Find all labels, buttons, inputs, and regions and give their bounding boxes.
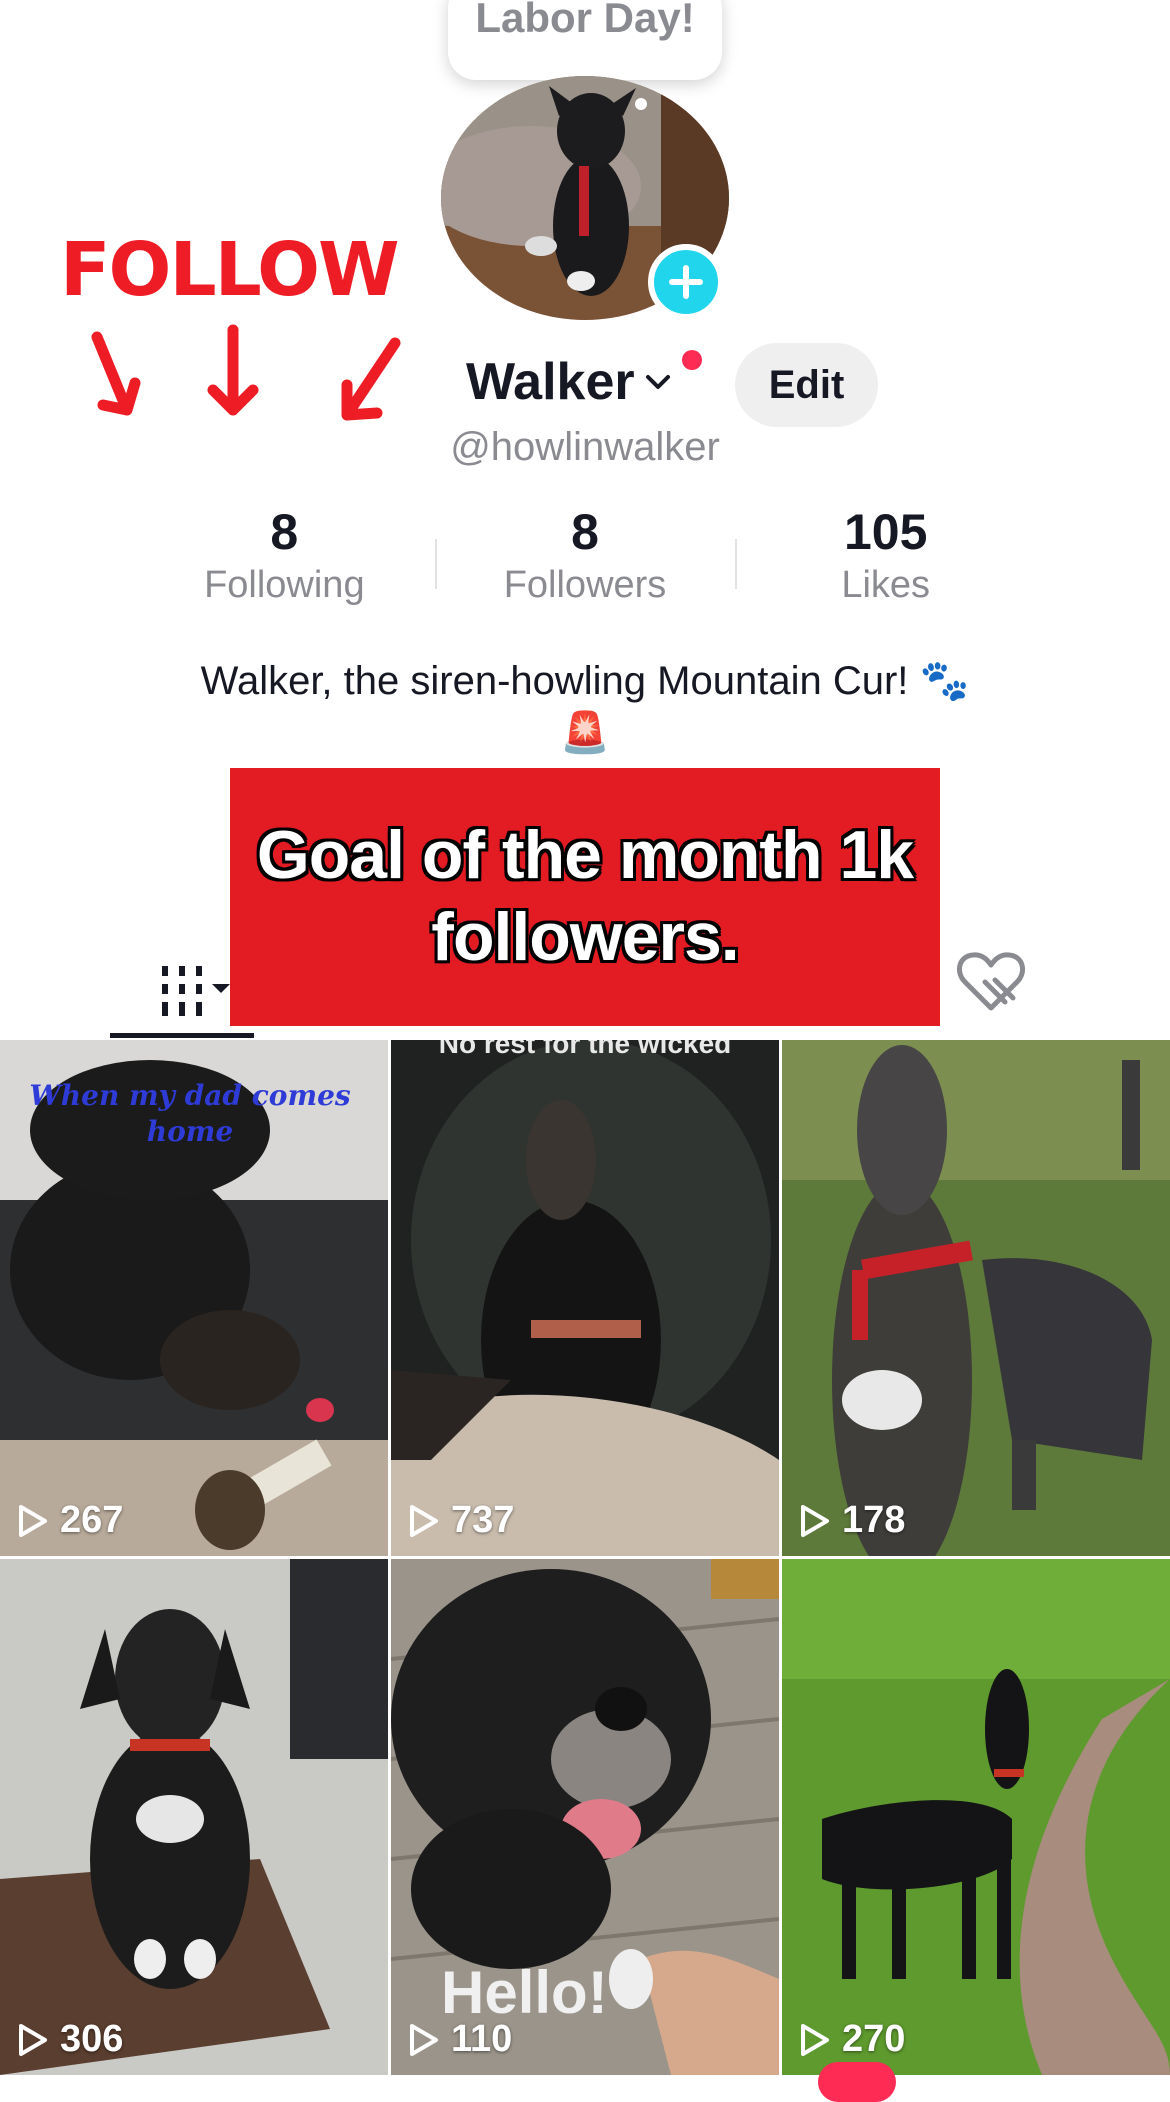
video-tile[interactable]: 306 [0,1559,388,2075]
video-caption: No rest for the wicked [438,1040,732,1059]
stat-following-value: 8 [270,504,299,560]
video-tile[interactable]: 270 [782,1559,1170,2075]
view-count: 267 [18,1499,123,1542]
bio-text: Walker, the siren-howling Mountain Cur! … [200,659,970,703]
view-count: 178 [800,1499,905,1542]
video-thumbnail [391,1040,779,1556]
chevron-down-icon [645,375,670,389]
view-count-value: 267 [60,1499,124,1541]
stat-followers[interactable]: 8 Followers [434,504,736,615]
view-count-value: 737 [451,1499,515,1541]
edit-profile-button[interactable]: Edit [735,343,878,427]
video-caption: Hello! [441,1959,608,2026]
tab-liked-videos[interactable] [955,950,1027,1014]
video-tile[interactable]: Hello! 110 [391,1559,779,2075]
follow-doodle-text: FOLLOW [60,227,398,313]
top-right-fragment [810,0,1130,6]
play-icon [801,2023,829,2056]
play-icon [19,2023,47,2056]
view-count: 110 [409,2018,512,2061]
view-count-value: 306 [60,2018,124,2060]
stat-followers-label: Followers [503,564,667,606]
grid-icon [162,966,230,1016]
video-tile[interactable]: When my dad comes home 267 [0,1040,388,1556]
profile-bio: Walker, the siren-howling Mountain Cur! … [0,655,1170,759]
stat-likes-value: 105 [843,504,928,560]
view-count: 737 [409,1499,514,1542]
stat-following-label: Following [204,564,365,606]
video-grid: When my dad comes home 267 No rest for t… [0,1040,1170,2075]
play-icon [801,1504,829,1537]
holiday-popup[interactable]: Labor Day! [448,0,722,80]
holiday-popup-text: Labor Day! [475,0,695,41]
stat-following[interactable]: 8 Following [134,505,435,615]
view-count-value: 110 [451,2018,513,2060]
goal-banner-overlay: Goal of the month 1k followers. [230,768,940,1026]
play-icon [410,2023,438,2056]
notification-dot [682,350,702,370]
follow-doodle-overlay: FOLLOW [55,225,435,440]
bio-siren-emoji: 🚨 [560,711,610,755]
video-tile[interactable]: 178 [782,1040,1170,1556]
liked-heart-icon [956,952,1026,1011]
view-count-value: 270 [842,2018,906,2060]
profile-stats: 8 Following 8 Followers 105 Likes [134,505,1036,615]
inbox-badge [818,2062,896,2102]
stat-likes-label: Likes [841,564,931,606]
stat-likes[interactable]: 105 Likes [735,505,1036,615]
profile-name: Walker [466,353,635,411]
video-thumbnail [782,1040,1170,1556]
stat-followers-value: 8 [571,504,599,560]
video-caption: When my dad comes home [29,1079,351,1149]
play-icon [410,1504,438,1537]
active-tab-indicator [110,1033,254,1038]
video-thumbnail [0,1559,388,2075]
edit-profile-label: Edit [768,362,845,407]
video-thumbnail [782,1559,1170,2075]
add-story-plus-icon[interactable] [648,244,724,320]
status-bar-fragment [40,0,120,6]
profile-handle: @howlinwalker [450,425,720,469]
view-count: 306 [18,2018,123,2061]
play-icon [19,1504,47,1537]
goal-banner-text: Goal of the month 1k followers. [256,817,914,975]
view-count: 270 [800,2018,905,2061]
video-tile[interactable]: No rest for the wicked 737 [391,1040,779,1556]
username-switcher[interactable]: Walker [466,352,673,412]
view-count-value: 178 [842,1499,906,1541]
